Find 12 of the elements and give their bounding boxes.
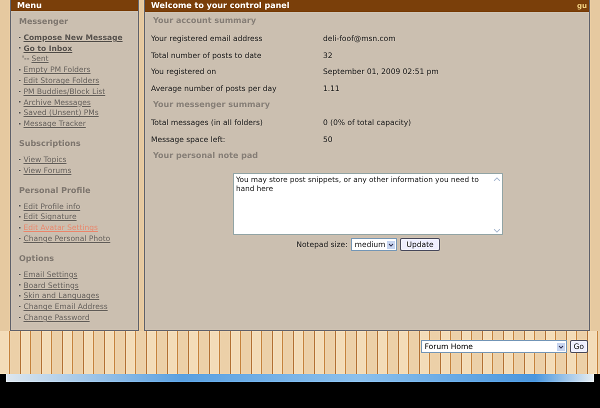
panel-title: Welcome to your control panel (151, 0, 290, 12)
dropdown-arrow-icon (387, 240, 396, 248)
section-heading: Your messenger summary (152, 100, 271, 111)
dropdown-arrow-icon (556, 342, 565, 350)
section-heading: Your account summary (152, 16, 258, 27)
section-heading: Options (19, 254, 56, 263)
section-heading: Personal Profile (19, 186, 92, 195)
section-heading: Subscriptions (19, 139, 82, 148)
scrollbar-icon (492, 175, 502, 235)
section-heading: Your personal note pad (152, 151, 260, 162)
sidebar-title: Menu (17, 1, 42, 10)
section-heading: Messenger (19, 17, 70, 26)
